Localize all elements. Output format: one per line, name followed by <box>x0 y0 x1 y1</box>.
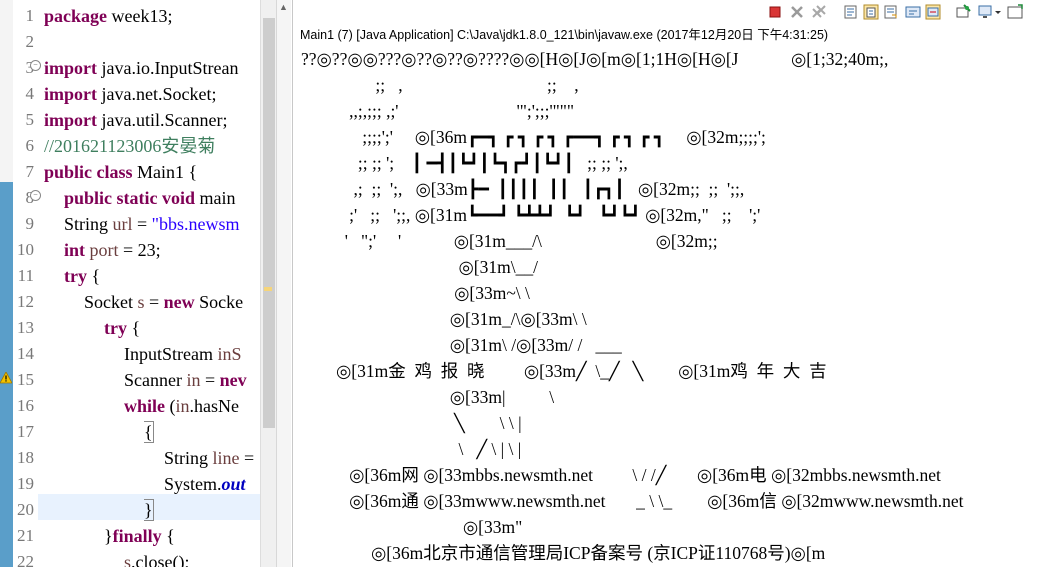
code-line-1[interactable]: package week13; <box>44 3 259 29</box>
terminate-icon[interactable] <box>767 4 783 20</box>
console-output-line: ◎[33m| \ <box>301 387 555 407</box>
console-output-line: ◎[36m网 ◎[33mbbs.newsmth.net \ / /╱ ◎[36m… <box>301 465 941 485</box>
console-output-line: ??◎??◎◎???◎??◎??◎????◎◎[H◎[J◎[m◎[1;1H◎[H… <box>301 49 889 69</box>
console-output-line: ;' ;; ';;, ◎[31m┗━━┛ ┗┻┻┛ ┗┛ ┗┛┗┛ ◎[32m,… <box>301 205 761 225</box>
line-number: 15 <box>17 370 34 389</box>
code-line-7[interactable]: public class Main1 { <box>44 159 259 185</box>
console-output-line: ◎[31m_/\◎[33m\ \ <box>301 309 587 329</box>
line-number: 5 <box>25 110 35 129</box>
line-number: 10 <box>17 240 34 259</box>
console-output-line: ◎[36m北京市通信管理局ICP备案号 (京ICP证110768号)◎[m <box>301 543 826 563</box>
console-title: Main1 (7) [Java Application] C:\Java\jdk… <box>300 28 829 42</box>
code-line-6[interactable]: //201621123006安晏菊 <box>44 133 259 159</box>
line-number: 13 <box>17 318 34 337</box>
console-output-line: ╲ \ \ | <box>301 413 522 433</box>
scrollbar-thumb[interactable] <box>263 18 275 428</box>
console-output-line: ◎[33m" <box>301 517 523 537</box>
line-number: 12 <box>17 292 34 311</box>
line-number: 14 <box>17 344 34 363</box>
line-number: 4 <box>25 84 35 103</box>
line-number: 17 <box>17 422 34 441</box>
line-number: 20 <box>17 500 34 519</box>
remove-all-icon[interactable] <box>811 4 827 20</box>
console-output-line: ◎[31m\__/ <box>301 257 538 277</box>
code-line-3[interactable]: import java.io.InputStrean <box>44 55 259 81</box>
console-output-line: ,,;,;;; ,;' '";';;;'""" <box>301 101 575 121</box>
show-on-output-icon[interactable] <box>905 4 921 20</box>
line-number: 9 <box>25 214 35 233</box>
open-console-icon[interactable] <box>1007 4 1023 20</box>
code-line-4[interactable]: import java.net.Socket; <box>44 81 259 107</box>
editor-scrollbar[interactable] <box>260 0 277 567</box>
console-output-line: ;; ;; '; ┃ ━┫┃┗┛┃┗┓┏┛┃┗┛┃ ;; ;; ';, <box>301 153 628 173</box>
line-number: 2 <box>25 32 35 51</box>
code-line-10[interactable]: int port = 23; <box>64 237 279 263</box>
show-on-error-icon[interactable] <box>925 4 941 20</box>
overview-marker[interactable] <box>264 287 272 291</box>
line-number: 22 <box>17 552 34 567</box>
console-output-line: ◎[31m\ /◎[33m/ / ___ <box>301 335 622 355</box>
line-number: 8 <box>0 185 35 211</box>
console-output-line: ' ";' ' ◎[31m___/\ ◎[32m;; <box>301 231 718 251</box>
code-line-11[interactable]: try { <box>64 263 279 289</box>
clear-console-icon[interactable] <box>843 4 859 20</box>
code-line-5[interactable]: import java.util.Scanner; <box>44 107 259 133</box>
code-line-9[interactable]: String url = "bbs.newsm <box>64 211 279 237</box>
fold-toggle-icon[interactable]: − <box>30 60 41 71</box>
word-wrap-icon[interactable] <box>883 4 899 20</box>
console-view[interactable]: Main1 (7) [Java Application] C:\Java\jdk… <box>292 0 1054 567</box>
line-number: 1 <box>25 6 35 25</box>
line-number: 3 <box>0 55 35 81</box>
pin-console-icon[interactable] <box>955 4 971 20</box>
console-output-line: ◎[33m~\ \ <box>301 283 530 303</box>
line-number: 21 <box>17 526 34 545</box>
display-selected-console-icon[interactable] <box>977 4 993 20</box>
fold-toggle-icon[interactable]: − <box>30 190 41 201</box>
console-output-line: ;;;;';' ◎[36m┏━┓ ┏ ┓ ┏ ┓ ┏━━┓ ┏ ┓ ┏ ┓ ◎[… <box>301 127 766 147</box>
console-output-line: ,; ;; ';, ◎[33m┣━ ┃┃┃┃ ┃┃ ┃┏┓┃ ◎[32m;; ;… <box>301 179 745 199</box>
line-number: 7 <box>25 162 35 181</box>
overview-ruler[interactable]: ▲ <box>276 0 291 567</box>
console-output-line: \ ╱ \ | \ | <box>301 439 522 459</box>
line-number: 11 <box>17 266 34 285</box>
code-editor[interactable]: 12345678910111213141516171819202122 − − … <box>0 0 291 567</box>
line-number: 19 <box>17 474 34 493</box>
console-output-line: ◎[31m金 鸡 报 晓 ◎[33m╱ \_╱ ╲ ◎[31m鸡 年 大 吉 <box>301 361 827 381</box>
console-output-line: ◎[36m通 ◎[33mwww.newsmth.net _ \ \_ ◎[36m… <box>301 491 964 511</box>
chevron-down-icon[interactable] <box>993 4 1003 20</box>
scroll-lock-icon[interactable] <box>863 4 879 20</box>
line-number: 6 <box>25 136 35 155</box>
line-number: 16 <box>17 396 34 415</box>
chevron-up-icon[interactable]: ▲ <box>279 2 288 12</box>
code-line-8[interactable]: public static void main <box>64 185 279 211</box>
remove-launch-icon[interactable] <box>789 4 805 20</box>
console-output-line: ;; , ;; , <box>301 75 579 95</box>
line-number: 18 <box>17 448 34 467</box>
